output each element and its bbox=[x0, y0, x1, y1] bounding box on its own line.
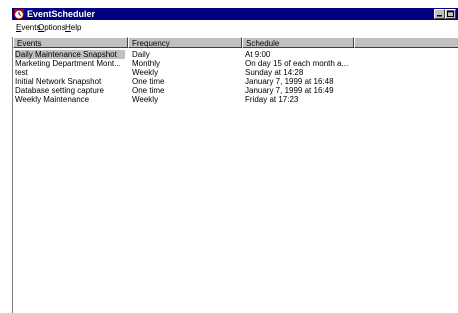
window-title: EventScheduler bbox=[27, 9, 96, 19]
menu-options-label: ptions bbox=[44, 23, 66, 32]
event-name: Database setting capture bbox=[15, 86, 104, 95]
table-row[interactable]: Database setting capture One time Januar… bbox=[13, 86, 458, 95]
event-schedule: At 9:00 bbox=[245, 50, 271, 59]
minimize-button[interactable] bbox=[434, 9, 445, 19]
table-row[interactable]: Daily Maintenance Snapshot Daily At 9:00 bbox=[13, 50, 458, 59]
table-row[interactable]: test Weekly Sunday at 14:28 bbox=[13, 68, 458, 77]
column-header-schedule[interactable]: Schedule bbox=[242, 37, 354, 48]
event-schedule: January 7, 1999 at 16:49 bbox=[245, 86, 334, 95]
column-header-empty[interactable] bbox=[354, 37, 458, 48]
event-frequency: Monthly bbox=[132, 59, 161, 68]
event-schedule: Friday at 17:23 bbox=[245, 95, 299, 104]
menu-help-label: elp bbox=[70, 23, 82, 32]
table-row[interactable]: Marketing Department Mont... Monthly On … bbox=[13, 59, 458, 68]
event-frequency: One time bbox=[132, 77, 165, 86]
event-frequency: Weekly bbox=[132, 95, 159, 104]
maximize-button[interactable] bbox=[445, 9, 456, 19]
menu-help[interactable]: Help bbox=[65, 21, 81, 34]
column-header-events[interactable]: Events bbox=[13, 37, 128, 48]
event-name: Marketing Department Mont... bbox=[15, 59, 121, 68]
events-list-view[interactable]: Events Frequency Schedule Daily Maintena… bbox=[12, 37, 458, 313]
maximize-icon bbox=[447, 10, 454, 17]
alarm-clock-icon[interactable] bbox=[13, 8, 25, 20]
event-name: Initial Network Snapshot bbox=[15, 77, 102, 86]
menu-options[interactable]: Options bbox=[38, 21, 66, 34]
table-row[interactable]: Weekly Maintenance Weekly Friday at 17:2… bbox=[13, 95, 458, 104]
event-name: Weekly Maintenance bbox=[15, 95, 90, 104]
event-schedule: January 7, 1999 at 16:48 bbox=[245, 77, 334, 86]
event-name: Daily Maintenance Snapshot bbox=[15, 50, 125, 59]
menu-events[interactable]: Events bbox=[16, 21, 40, 34]
event-schedule: On day 15 of each month a... bbox=[245, 59, 349, 68]
event-frequency: One time bbox=[132, 86, 165, 95]
event-scheduler-window: EventScheduler Events Options Help Event… bbox=[0, 0, 458, 313]
menu-bar: Events Options Help bbox=[12, 21, 458, 34]
event-frequency: Weekly bbox=[132, 68, 159, 77]
column-header-frequency[interactable]: Frequency bbox=[128, 37, 242, 48]
event-schedule: Sunday at 14:28 bbox=[245, 68, 304, 77]
event-frequency: Daily bbox=[132, 50, 150, 59]
event-name: test bbox=[15, 68, 28, 77]
title-bar[interactable]: EventScheduler bbox=[12, 8, 458, 20]
minimize-icon bbox=[437, 15, 442, 17]
table-row[interactable]: Initial Network Snapshot One time Januar… bbox=[13, 77, 458, 86]
list-header: Events Frequency Schedule bbox=[13, 37, 458, 48]
